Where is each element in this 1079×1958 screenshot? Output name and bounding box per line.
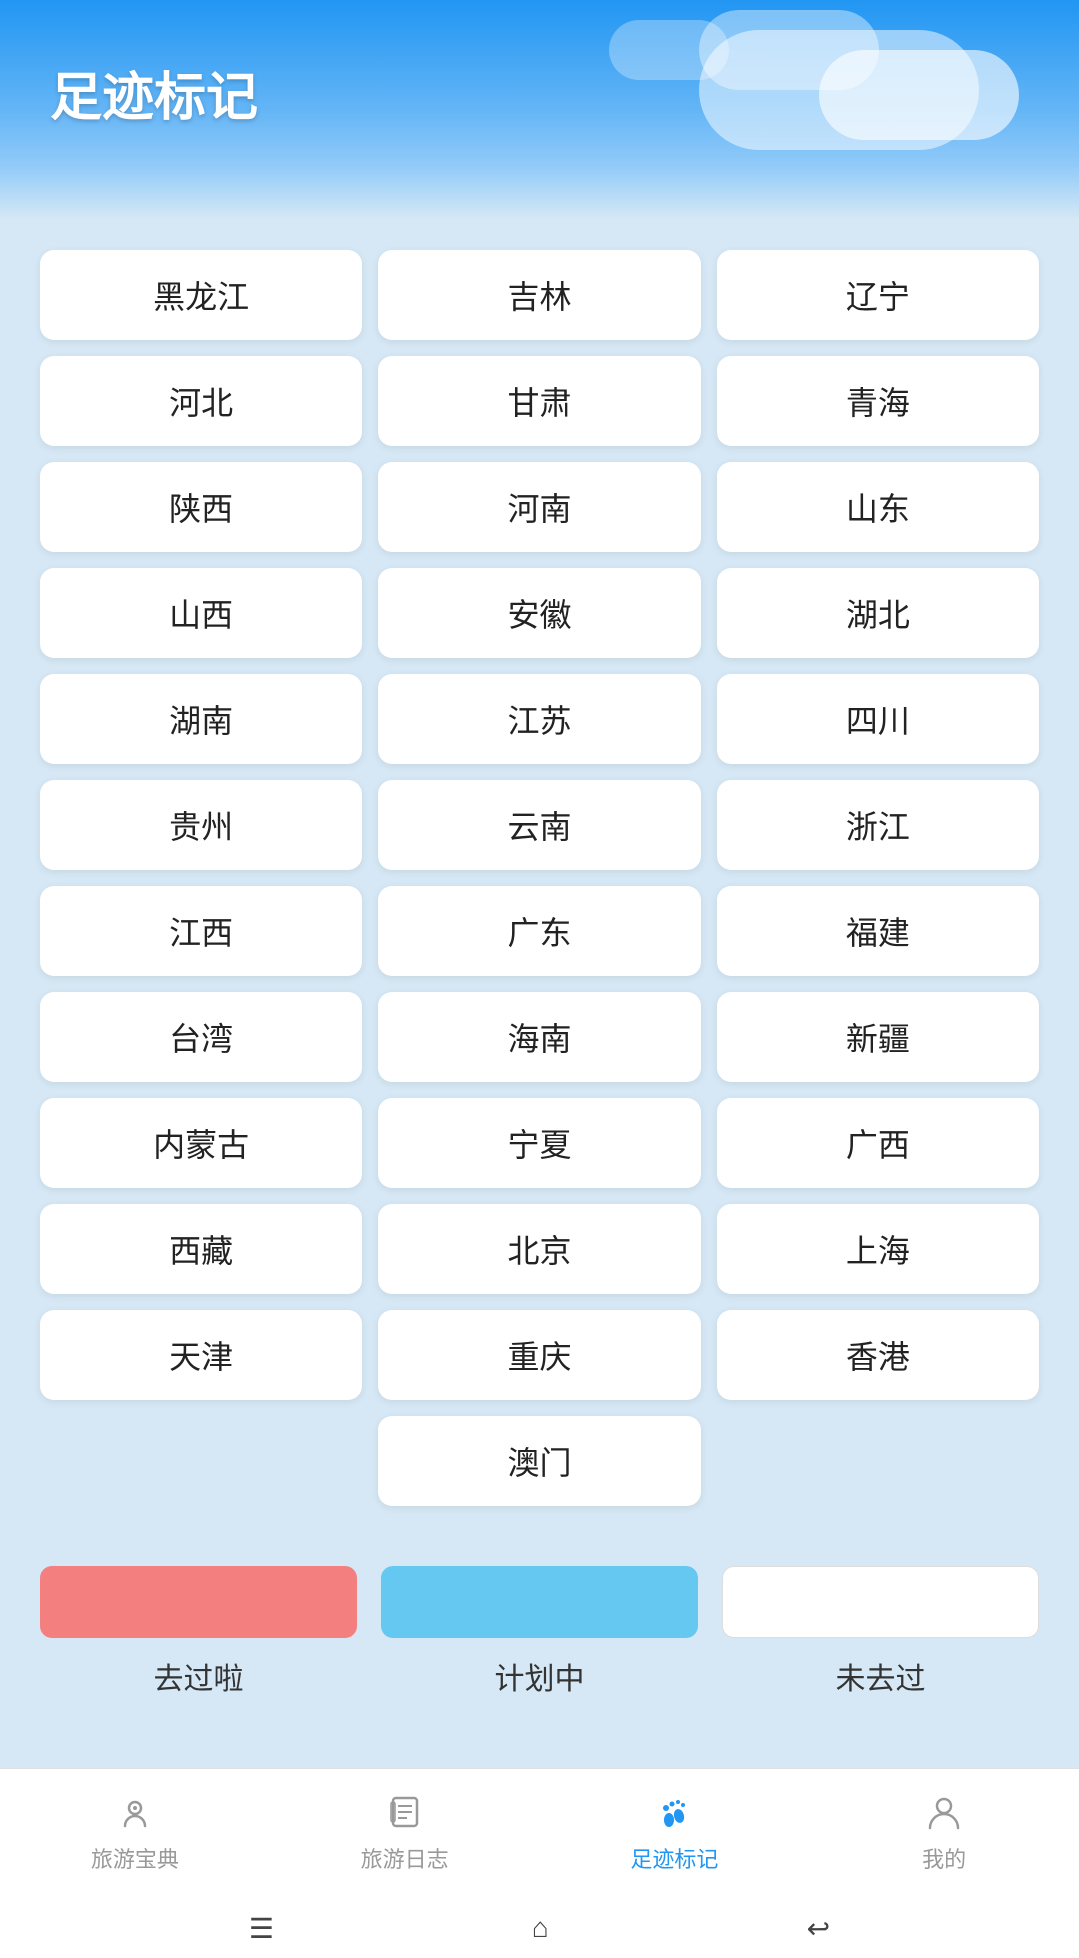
system-recent-btn[interactable]: ↩	[807, 1912, 830, 1945]
province-btn-hongkong[interactable]: 香港	[717, 1310, 1039, 1400]
bottom-nav: 旅游宝典 旅游日志 足迹标记	[0, 1768, 1079, 1898]
system-back-btn[interactable]: ☰	[249, 1912, 274, 1945]
content-area: 黑龙江吉林辽宁河北甘肃青海陕西河南山东山西安徽湖北湖南江苏四川贵州云南浙江江西广…	[0, 220, 1079, 1768]
province-btn-shandong[interactable]: 山东	[717, 462, 1039, 552]
nav-label-mine: 我的	[922, 1842, 966, 1874]
legend-area: 去过啦 计划中 未去过	[40, 1566, 1039, 1698]
province-grid: 黑龙江吉林辽宁河北甘肃青海陕西河南山东山西安徽湖北湖南江苏四川贵州云南浙江江西广…	[40, 250, 1039, 1506]
empty-cell-2	[717, 1416, 1039, 1506]
province-btn-guangdong[interactable]: 广东	[378, 886, 700, 976]
province-btn-henan[interactable]: 河南	[378, 462, 700, 552]
legend-planned: 计划中	[381, 1566, 698, 1698]
legend-unvisited: 未去过	[722, 1566, 1039, 1698]
province-btn-sichuan[interactable]: 四川	[717, 674, 1039, 764]
province-btn-yunnan[interactable]: 云南	[378, 780, 700, 870]
province-btn-hainan[interactable]: 海南	[378, 992, 700, 1082]
province-btn-neimenggu[interactable]: 内蒙古	[40, 1098, 362, 1188]
province-btn-liaoning[interactable]: 辽宁	[717, 250, 1039, 340]
legend-visited-color	[40, 1566, 357, 1638]
legend-unvisited-label: 未去过	[836, 1654, 926, 1698]
legend-visited: 去过啦	[40, 1566, 357, 1698]
travel-guide-icon	[117, 1794, 153, 1836]
system-home-btn[interactable]: ⌂	[532, 1912, 549, 1944]
nav-item-travel-diary[interactable]: 旅游日志	[270, 1769, 540, 1898]
legend-visited-label: 去过啦	[154, 1654, 244, 1698]
province-btn-anhui[interactable]: 安徽	[378, 568, 700, 658]
province-btn-shanghai[interactable]: 上海	[717, 1204, 1039, 1294]
province-btn-ningxia[interactable]: 宁夏	[378, 1098, 700, 1188]
province-btn-shaanxi[interactable]: 陕西	[40, 462, 362, 552]
province-btn-shanxi[interactable]: 山西	[40, 568, 362, 658]
nav-label-footprint: 足迹标记	[630, 1842, 718, 1874]
province-btn-chongqing[interactable]: 重庆	[378, 1310, 700, 1400]
province-btn-hubei[interactable]: 湖北	[717, 568, 1039, 658]
province-btn-zhejiang[interactable]: 浙江	[717, 780, 1039, 870]
nav-item-mine[interactable]: 我的	[809, 1769, 1079, 1898]
province-btn-heilongjiang[interactable]: 黑龙江	[40, 250, 362, 340]
province-btn-beijing[interactable]: 北京	[378, 1204, 700, 1294]
province-btn-fujian[interactable]: 福建	[717, 886, 1039, 976]
mine-icon	[926, 1794, 962, 1836]
province-btn-hebei[interactable]: 河北	[40, 356, 362, 446]
page-title: 足迹标记	[50, 55, 258, 130]
province-btn-hunan[interactable]: 湖南	[40, 674, 362, 764]
nav-label-travel-diary: 旅游日志	[361, 1842, 449, 1874]
province-btn-tianjin[interactable]: 天津	[40, 1310, 362, 1400]
province-btn-jiangxi[interactable]: 江西	[40, 886, 362, 976]
footprint-icon	[656, 1794, 692, 1836]
nav-label-travel-guide: 旅游宝典	[91, 1842, 179, 1874]
province-btn-guangxi[interactable]: 广西	[717, 1098, 1039, 1188]
province-btn-taiwan[interactable]: 台湾	[40, 992, 362, 1082]
header-background: 足迹标记	[0, 0, 1079, 220]
legend-unvisited-color	[722, 1566, 1039, 1638]
province-btn-aomen[interactable]: 澳门	[378, 1416, 700, 1506]
province-btn-jilin[interactable]: 吉林	[378, 250, 700, 340]
province-btn-xinjiang[interactable]: 新疆	[717, 992, 1039, 1082]
empty-cell-1	[40, 1416, 362, 1506]
travel-diary-icon	[387, 1794, 423, 1836]
nav-item-footprint[interactable]: 足迹标记	[540, 1769, 810, 1898]
legend-planned-label: 计划中	[495, 1654, 585, 1698]
province-btn-xizang[interactable]: 西藏	[40, 1204, 362, 1294]
legend-planned-color	[381, 1566, 698, 1638]
province-btn-gansu[interactable]: 甘肃	[378, 356, 700, 446]
province-btn-qinghai[interactable]: 青海	[717, 356, 1039, 446]
province-btn-jiangsu[interactable]: 江苏	[378, 674, 700, 764]
system-bar: ☰ ⌂ ↩	[0, 1898, 1079, 1958]
province-btn-guizhou[interactable]: 贵州	[40, 780, 362, 870]
nav-item-travel-guide[interactable]: 旅游宝典	[0, 1769, 270, 1898]
